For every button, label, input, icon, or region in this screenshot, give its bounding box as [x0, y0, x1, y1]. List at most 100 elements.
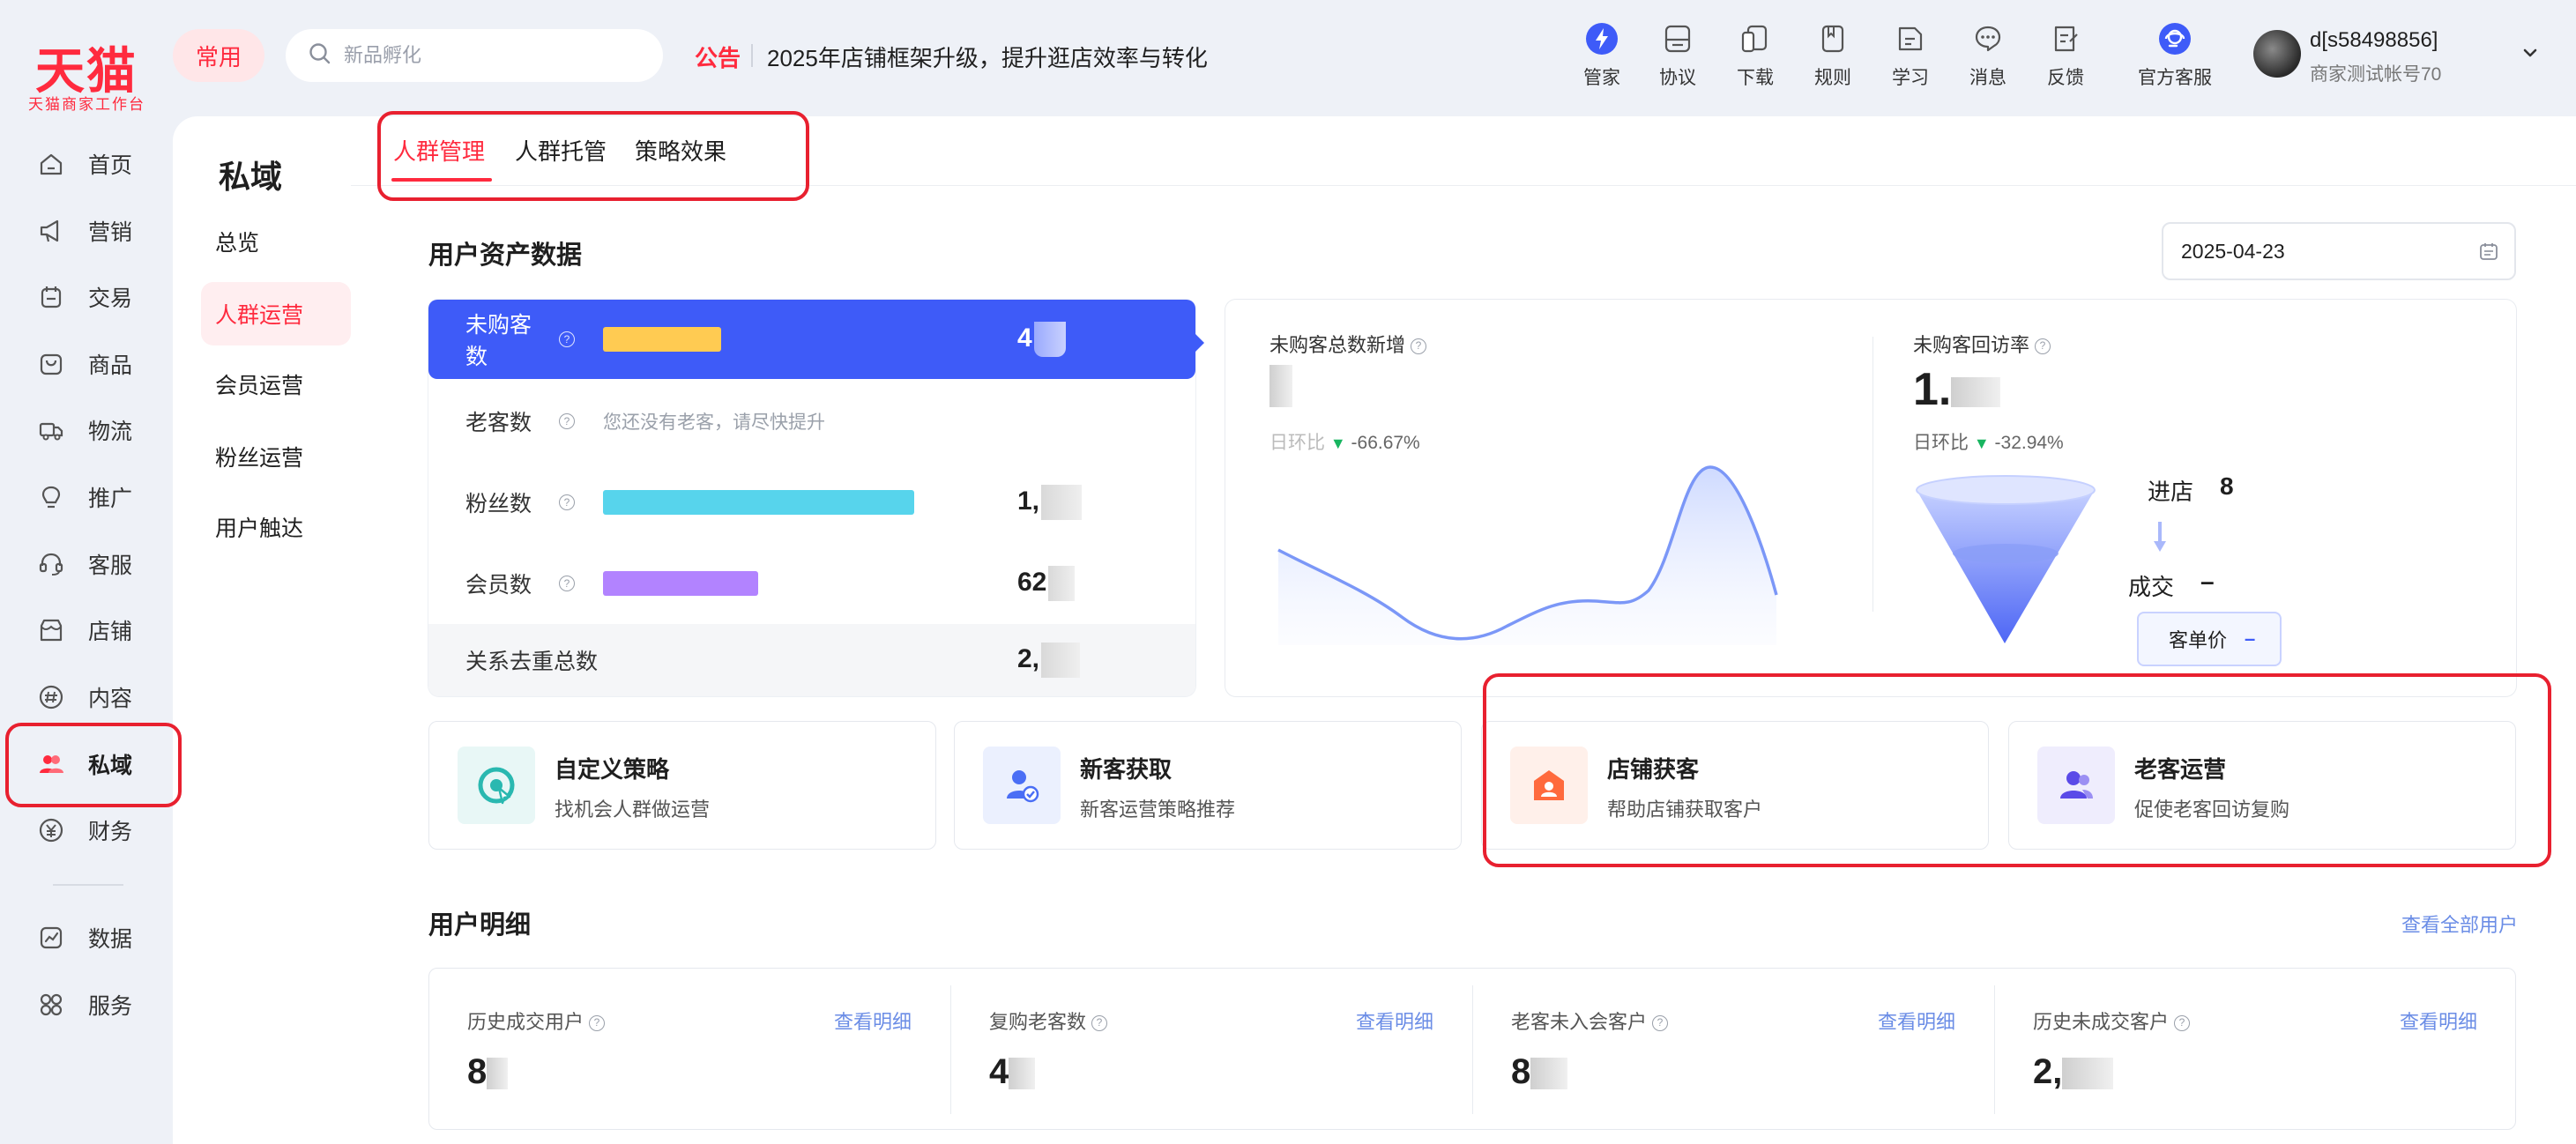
nav-item-label: 内容 [88, 687, 133, 711]
help-icon[interactable]: ? [559, 494, 575, 510]
nav-item-label: 数据 [88, 927, 133, 952]
subnav-item-user-reach[interactable]: 用户触达 [201, 495, 351, 559]
metric-row-old-customers[interactable]: 老客数 ? 您还没有老客，请尽快提升 [428, 381, 1195, 462]
revisit-value: 1. [1913, 363, 2001, 416]
notice-divider [751, 44, 753, 67]
search-input[interactable] [344, 44, 635, 67]
metric-value: 2, [1017, 643, 1081, 678]
nav-item-trade[interactable]: 交易 [0, 271, 176, 323]
nav-item-label: 店铺 [88, 620, 133, 644]
date-value: 2025-04-23 [2181, 239, 2285, 263]
help-icon[interactable]: ? [559, 576, 575, 591]
strategy-title: 新客获取 [1080, 756, 1173, 783]
chevron-down-icon[interactable] [2521, 44, 2539, 64]
annotation-box-tabs [377, 111, 809, 201]
avatar[interactable] [2253, 30, 2301, 78]
nav-item-goods[interactable]: 商品 [0, 338, 176, 390]
nav-item-promotion[interactable]: 推广 [0, 471, 176, 524]
subnav-item-member-ops[interactable]: 会员运营 [201, 353, 351, 416]
change-value: -32.94% [1994, 433, 2064, 453]
goods-icon [37, 350, 65, 378]
tool-feedback[interactable]: 反馈 [2026, 21, 2105, 90]
detail-old-not-member: 老客未入会客户? 查看明细 8 [1472, 968, 1994, 1130]
nav-item-label: 财务 [88, 820, 133, 844]
nav-item-store[interactable]: 店铺 [0, 604, 176, 657]
tool-label: 消息 [1969, 68, 2006, 88]
view-detail-link[interactable]: 查看明细 [2400, 1007, 2477, 1035]
search-box[interactable] [286, 29, 663, 82]
metric-name: 关系去重总数 [465, 650, 599, 674]
tool-butler[interactable]: 管家 [1562, 21, 1642, 90]
metric-name: 粉丝数 [465, 492, 532, 516]
yen-icon [37, 816, 65, 844]
strategy-card-custom[interactable]: 自定义策略 找机会人群做运营 [428, 721, 936, 850]
tool-label: 管家 [1583, 68, 1620, 88]
nav-item-service[interactable]: 客服 [0, 538, 176, 591]
common-button[interactable]: 常用 [173, 29, 264, 82]
nav-item-content[interactable]: 内容 [0, 671, 176, 724]
view-all-users-link[interactable]: 查看全部用户 [2401, 910, 2518, 938]
nav-item-label: 交易 [88, 286, 133, 311]
revisit-title: 未购客回访率? [1913, 330, 2051, 358]
view-detail-link[interactable]: 查看明细 [1878, 1007, 1955, 1035]
view-detail-link[interactable]: 查看明细 [1356, 1007, 1433, 1035]
nav-item-marketing[interactable]: 营销 [0, 204, 176, 257]
notice-text[interactable]: 2025年店铺框架升级，提升逛店效率与转化 [767, 41, 1208, 73]
metric-row-members[interactable]: 会员数 ? 62 [428, 543, 1195, 624]
tool-label: 协议 [1659, 68, 1696, 88]
nav-item-label: 营销 [88, 220, 133, 245]
megaphone-icon [37, 217, 65, 245]
headset-icon [37, 550, 65, 578]
subnav-item-crowd-ops[interactable]: 人群运营 [201, 282, 351, 345]
nav-item-label: 商品 [88, 353, 133, 378]
help-icon[interactable]: ? [1652, 1015, 1669, 1032]
help-icon[interactable]: ? [559, 413, 575, 429]
metric-row-total[interactable]: 关系去重总数 2, [428, 624, 1195, 696]
tool-agreement[interactable]: 协议 [1638, 21, 1717, 90]
detail-repurchase: 复购老客数? 查看明细 4 [950, 968, 1472, 1130]
detail-value: 8 [467, 1052, 509, 1092]
trade-icon [37, 283, 65, 311]
official-service-icon [2157, 21, 2193, 56]
help-icon[interactable]: ? [1091, 1015, 1108, 1032]
nav-item-home[interactable]: 首页 [0, 137, 176, 190]
view-detail-link[interactable]: 查看明细 [834, 1007, 912, 1035]
subnav-item-overview[interactable]: 总览 [201, 210, 351, 273]
funnel-deal-label: 成交 [2128, 574, 2175, 600]
custom-strategy-icon [458, 747, 535, 824]
tool-official-service[interactable]: 官方客服 [2126, 21, 2223, 90]
tool-learn[interactable]: 学习 [1871, 21, 1950, 90]
annotation-box-nav [5, 723, 182, 807]
detail-history-deal: 历史成交用户? 查看明细 8 [428, 968, 950, 1130]
annotation-box-cards [1483, 673, 2551, 867]
help-icon[interactable]: ? [559, 331, 575, 347]
strategy-card-new-customer[interactable]: 新客获取 新客运营策略推荐 [954, 721, 1462, 850]
metric-row-unpurchased[interactable]: 未购客数 ? 4 [428, 300, 1195, 379]
new-total-title: 未购客总数新增? [1269, 330, 1427, 358]
bulb-icon [37, 483, 65, 511]
truck-icon [37, 416, 65, 444]
tool-message[interactable]: 消息 [1948, 21, 2028, 90]
home-icon [37, 150, 65, 178]
nav-item-logistics[interactable]: 物流 [0, 404, 176, 457]
tool-download[interactable]: 下载 [1716, 21, 1795, 90]
nav-item-data[interactable]: 数据 [0, 911, 176, 964]
unit-price-label: 客单价 [2169, 629, 2228, 651]
nav-item-services[interactable]: 服务 [0, 978, 176, 1031]
nav-item-finance[interactable]: 财务 [0, 804, 176, 857]
help-icon[interactable]: ? [1411, 338, 1427, 355]
subnav-item-fan-ops[interactable]: 粉丝运营 [201, 425, 351, 488]
account-id[interactable]: d[s58498856] [2310, 28, 2438, 53]
nav-item-label: 物流 [88, 420, 133, 444]
detail-title: 复购老客数? [989, 1007, 1108, 1035]
hashtag-icon [37, 683, 65, 711]
tool-label: 规则 [1814, 68, 1851, 88]
help-icon[interactable]: ? [2035, 338, 2051, 355]
nav-item-label: 推广 [88, 487, 133, 511]
help-icon[interactable]: ? [589, 1015, 606, 1032]
tool-rules[interactable]: 规则 [1793, 21, 1872, 90]
grid-icon [37, 991, 65, 1019]
help-icon[interactable]: ? [2174, 1015, 2191, 1032]
date-picker[interactable]: 2025-04-23 [2162, 222, 2516, 280]
metric-row-fans[interactable]: 粉丝数 ? 1, [428, 462, 1195, 543]
